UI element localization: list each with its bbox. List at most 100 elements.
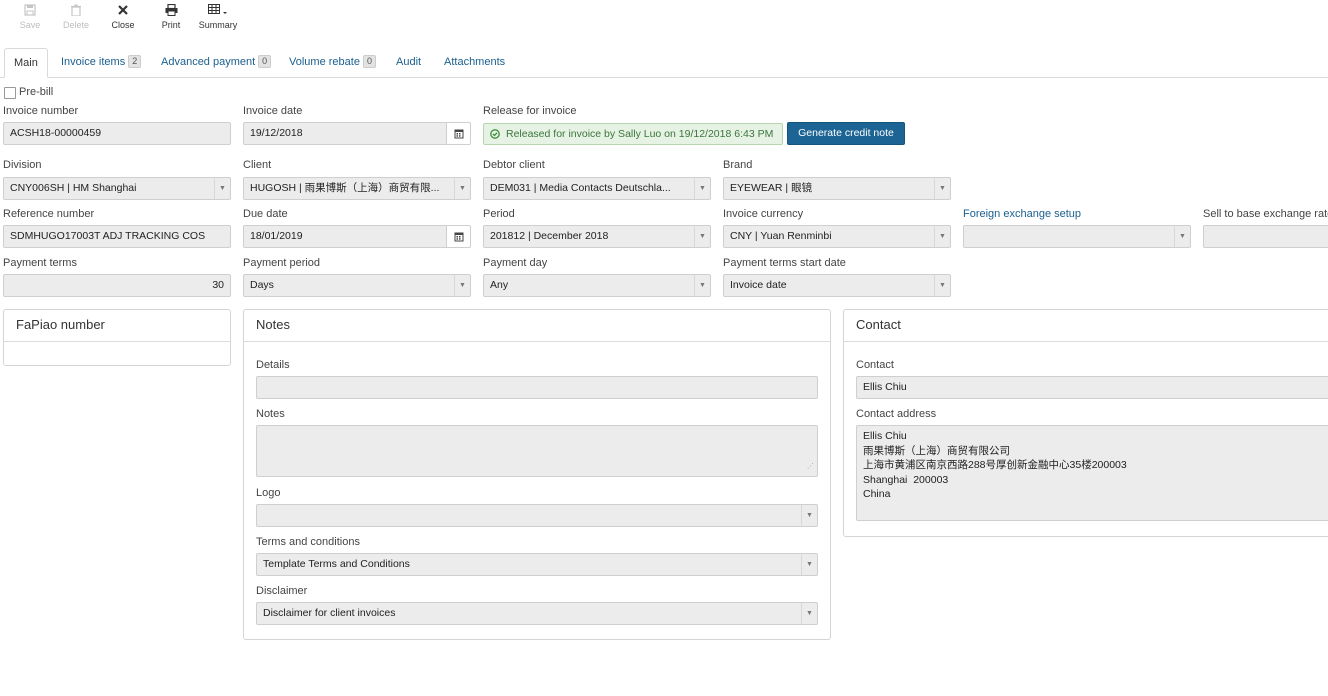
table-icon xyxy=(196,4,240,20)
client-label: Client xyxy=(243,159,272,171)
release-label: Release for invoice xyxy=(483,105,577,117)
sell-to-base-label: Sell to base exchange rate xyxy=(1203,208,1328,220)
chevron-down-icon: ▼ xyxy=(801,554,817,575)
prebill-label: Pre-bill xyxy=(19,86,54,98)
fapiao-panel: FaPiao number xyxy=(3,309,231,366)
summary-dropdown-button[interactable]: Summary xyxy=(196,4,240,30)
chevron-down-icon: ▼ xyxy=(934,178,950,199)
payment-terms-field[interactable]: 30 xyxy=(3,274,231,297)
fx-setup-select[interactable]: ▼ xyxy=(963,225,1191,248)
period-select[interactable]: 201812 | December 2018 ▼ xyxy=(483,225,711,248)
notes-textarea[interactable]: ⋰ xyxy=(256,425,818,477)
sell-to-base-field[interactable] xyxy=(1203,225,1328,248)
chevron-down-icon: ▼ xyxy=(801,603,817,624)
tab-main[interactable]: Main xyxy=(4,48,48,78)
debtor-client-label: Debtor client xyxy=(483,159,545,171)
payment-period-select[interactable]: Days ▼ xyxy=(243,274,471,297)
contact-panel-title: Contact xyxy=(856,317,901,332)
count-badge: 0 xyxy=(362,55,376,68)
chevron-down-icon: ▼ xyxy=(454,275,470,296)
tab-attachments[interactable]: Attachments xyxy=(444,48,505,78)
chevron-down-icon: ▼ xyxy=(454,178,470,199)
printer-icon xyxy=(149,4,193,20)
chevron-down-icon: ▼ xyxy=(694,178,710,199)
fapiao-title: FaPiao number xyxy=(16,317,105,332)
chevron-down-icon: ▼ xyxy=(694,275,710,296)
details-field[interactable] xyxy=(256,376,818,399)
release-status: Released for invoice by Sally Luo on 19/… xyxy=(483,123,783,145)
notes-panel-title: Notes xyxy=(256,317,290,332)
payment-terms-label: Payment terms xyxy=(3,257,77,269)
tab-bar: Main Invoice items 2 Advanced payment 0 Vo… xyxy=(0,48,1328,78)
disclaimer-select[interactable]: Disclaimer for client invoices ▼ xyxy=(256,602,818,625)
prebill-checkbox[interactable] xyxy=(4,87,16,99)
chevron-down-icon: ▼ xyxy=(1174,226,1190,247)
fx-setup-link[interactable]: Foreign exchange setup xyxy=(963,208,1081,220)
save-button[interactable]: Save xyxy=(8,4,52,30)
contact-label: Contact xyxy=(856,359,894,371)
print-label: Print xyxy=(161,20,181,30)
contact-address-label: Contact address xyxy=(856,408,937,420)
invoice-date-field[interactable]: 19/12/2018 xyxy=(243,122,471,145)
save-label: Save xyxy=(19,20,41,30)
invoice-currency-label: Invoice currency xyxy=(723,208,804,220)
delete-label: Delete xyxy=(62,20,89,30)
division-label: Division xyxy=(3,159,42,171)
payment-terms-start-select[interactable]: Invoice date ▼ xyxy=(723,274,951,297)
brand-select[interactable]: EYEWEAR | 眼镜 ▼ xyxy=(723,177,951,200)
trash-icon xyxy=(54,4,98,20)
chevron-down-icon: ▼ xyxy=(934,226,950,247)
due-date-field[interactable]: 18/01/2019 xyxy=(243,225,471,248)
reference-number-label: Reference number xyxy=(3,208,95,220)
address-line: 上海市黄浦区南京西路288号厚创新金融中心35楼200003 xyxy=(863,459,1127,471)
tab-audit[interactable]: Audit xyxy=(396,48,421,78)
payment-day-select[interactable]: Any ▼ xyxy=(483,274,711,297)
disclaimer-label: Disclaimer xyxy=(256,585,308,597)
close-icon xyxy=(101,4,145,20)
terms-select[interactable]: Template Terms and Conditions ▼ xyxy=(256,553,818,576)
notes-label: Notes xyxy=(256,408,285,420)
calendar-icon[interactable] xyxy=(446,123,470,144)
count-badge: 2 xyxy=(128,55,142,68)
delete-button[interactable]: Delete xyxy=(54,4,98,30)
reference-number-field[interactable]: SDMHUGO17003T ADJ TRACKING COS xyxy=(3,225,231,248)
tab-advanced-payment[interactable]: Advanced payment 0 xyxy=(161,48,272,78)
invoice-date-label: Invoice date xyxy=(243,105,303,117)
chevron-down-icon: ▼ xyxy=(934,275,950,296)
divider xyxy=(844,341,1328,342)
division-select[interactable]: CNY006SH | HM Shanghai ▼ xyxy=(3,177,231,200)
details-label: Details xyxy=(256,359,290,371)
close-button[interactable]: Close xyxy=(101,4,145,30)
notes-panel: Notes Details Notes ⋰ Logo ▼ Terms and c… xyxy=(243,309,831,640)
resize-grip-icon[interactable]: ⋰ xyxy=(807,460,814,475)
generate-credit-note-button[interactable]: Generate credit note xyxy=(787,122,905,145)
address-line: 雨果博斯（上海）商贸有限公司 xyxy=(863,444,1010,457)
client-select[interactable]: HUGOSH | 雨果博斯（上海）商贸有限... ▼ xyxy=(243,177,471,200)
logo-label: Logo xyxy=(256,487,281,499)
period-label: Period xyxy=(483,208,515,220)
brand-label: Brand xyxy=(723,159,753,171)
terms-label: Terms and conditions xyxy=(256,536,360,548)
contact-panel: Contact Contact Ellis Chiu Contact addre… xyxy=(843,309,1328,537)
chevron-down-icon: ▼ xyxy=(214,178,230,199)
tab-volume-rebate[interactable]: Volume rebate 0 xyxy=(289,48,376,78)
contact-field[interactable]: Ellis Chiu xyxy=(856,376,1328,399)
invoice-currency-select[interactable]: CNY | Yuan Renminbi ▼ xyxy=(723,225,951,248)
payment-period-label: Payment period xyxy=(243,257,321,269)
invoice-number-label: Invoice number xyxy=(3,105,79,117)
logo-select[interactable]: ▼ xyxy=(256,504,818,527)
print-button[interactable]: Print xyxy=(149,4,193,30)
address-line: China xyxy=(863,488,891,500)
calendar-icon[interactable] xyxy=(446,226,470,247)
tab-invoice-items[interactable]: Invoice items 2 xyxy=(61,48,142,78)
payment-terms-start-label: Payment terms start date xyxy=(723,257,846,269)
contact-address-textarea[interactable]: Ellis Chiu 雨果博斯（上海）商贸有限公司 上海市黄浦区南京西路288号… xyxy=(856,425,1328,521)
invoice-number-field[interactable]: ACSH18-00000459 xyxy=(3,122,231,145)
check-circle-icon xyxy=(490,129,500,139)
divider xyxy=(4,341,230,342)
chevron-down-icon: ▼ xyxy=(694,226,710,247)
address-line: Shanghai 200003 xyxy=(863,473,949,486)
payment-day-label: Payment day xyxy=(483,257,548,269)
debtor-client-select[interactable]: DEM031 | Media Contacts Deutschla... ▼ xyxy=(483,177,711,200)
close-label: Close xyxy=(111,20,135,30)
